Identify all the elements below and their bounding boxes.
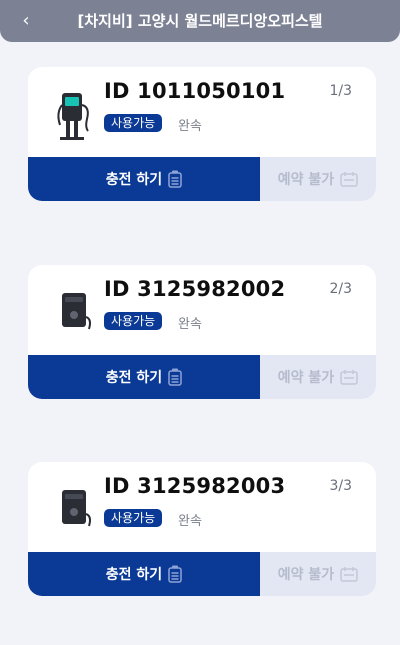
battery-icon	[168, 565, 182, 583]
ev-charger-wall-icon	[62, 490, 91, 527]
status-badge: 사용가능	[104, 312, 163, 330]
charge-button-label: 충전 하기	[105, 370, 163, 386]
page-indicator: 3/3	[329, 478, 352, 494]
card-actions: 충전 하기 예약 불가	[28, 552, 376, 596]
reserve-button-label: 예약 불가	[277, 370, 335, 386]
calendar-icon	[340, 567, 358, 582]
card-actions: 충전 하기 예약 불가	[28, 355, 376, 399]
page-title: [차지비] 고양시 월드메르디앙오피스텔	[77, 12, 323, 30]
ev-charger-stand-icon	[57, 93, 89, 140]
page-indicator: 1/3	[329, 83, 352, 99]
battery-icon	[168, 170, 182, 188]
card-actions: 충전 하기 예약 불가	[28, 157, 376, 201]
reserve-button-label: 예약 불가	[277, 172, 335, 188]
charger-card: ID 3125982003 3/3 사용가능 완속 충전 하기 예약 불가	[28, 462, 376, 596]
header-bar: ‹ [차지비] 고양시 월드메르디앙오피스텔	[0, 0, 400, 42]
calendar-icon	[340, 172, 358, 187]
chevron-left-icon: ‹	[22, 10, 30, 31]
reserve-button[interactable]: 예약 불가	[260, 355, 376, 399]
charge-button[interactable]: 충전 하기	[28, 355, 260, 399]
battery-icon	[168, 368, 182, 386]
charge-speed-label: 완속	[178, 119, 202, 134]
charge-button[interactable]: 충전 하기	[28, 552, 260, 596]
page-indicator: 2/3	[329, 281, 352, 297]
ev-charger-wall-icon	[62, 293, 91, 330]
reserve-button[interactable]: 예약 불가	[260, 157, 376, 201]
reserve-button-label: 예약 불가	[277, 567, 335, 583]
charger-card: ID 1011050101 1/3 사용가능 완속 충전 하기 예약 불가	[28, 67, 376, 201]
reserve-button[interactable]: 예약 불가	[260, 552, 376, 596]
charge-speed-label: 완속	[178, 317, 202, 332]
charge-button-label: 충전 하기	[105, 172, 163, 188]
charger-card: ID 3125982002 2/3 사용가능 완속 충전 하기 예약 불가	[28, 265, 376, 399]
status-badge: 사용가능	[104, 114, 163, 132]
charge-button-label: 충전 하기	[105, 567, 163, 583]
status-badge: 사용가능	[104, 509, 163, 527]
charger-id: ID 3125982003	[104, 474, 286, 498]
charge-speed-label: 완속	[178, 514, 202, 529]
charge-button[interactable]: 충전 하기	[28, 157, 260, 201]
charger-id: ID 3125982002	[104, 277, 286, 301]
charger-id: ID 1011050101	[104, 79, 286, 103]
calendar-icon	[340, 370, 358, 385]
back-button[interactable]: ‹	[14, 9, 38, 33]
